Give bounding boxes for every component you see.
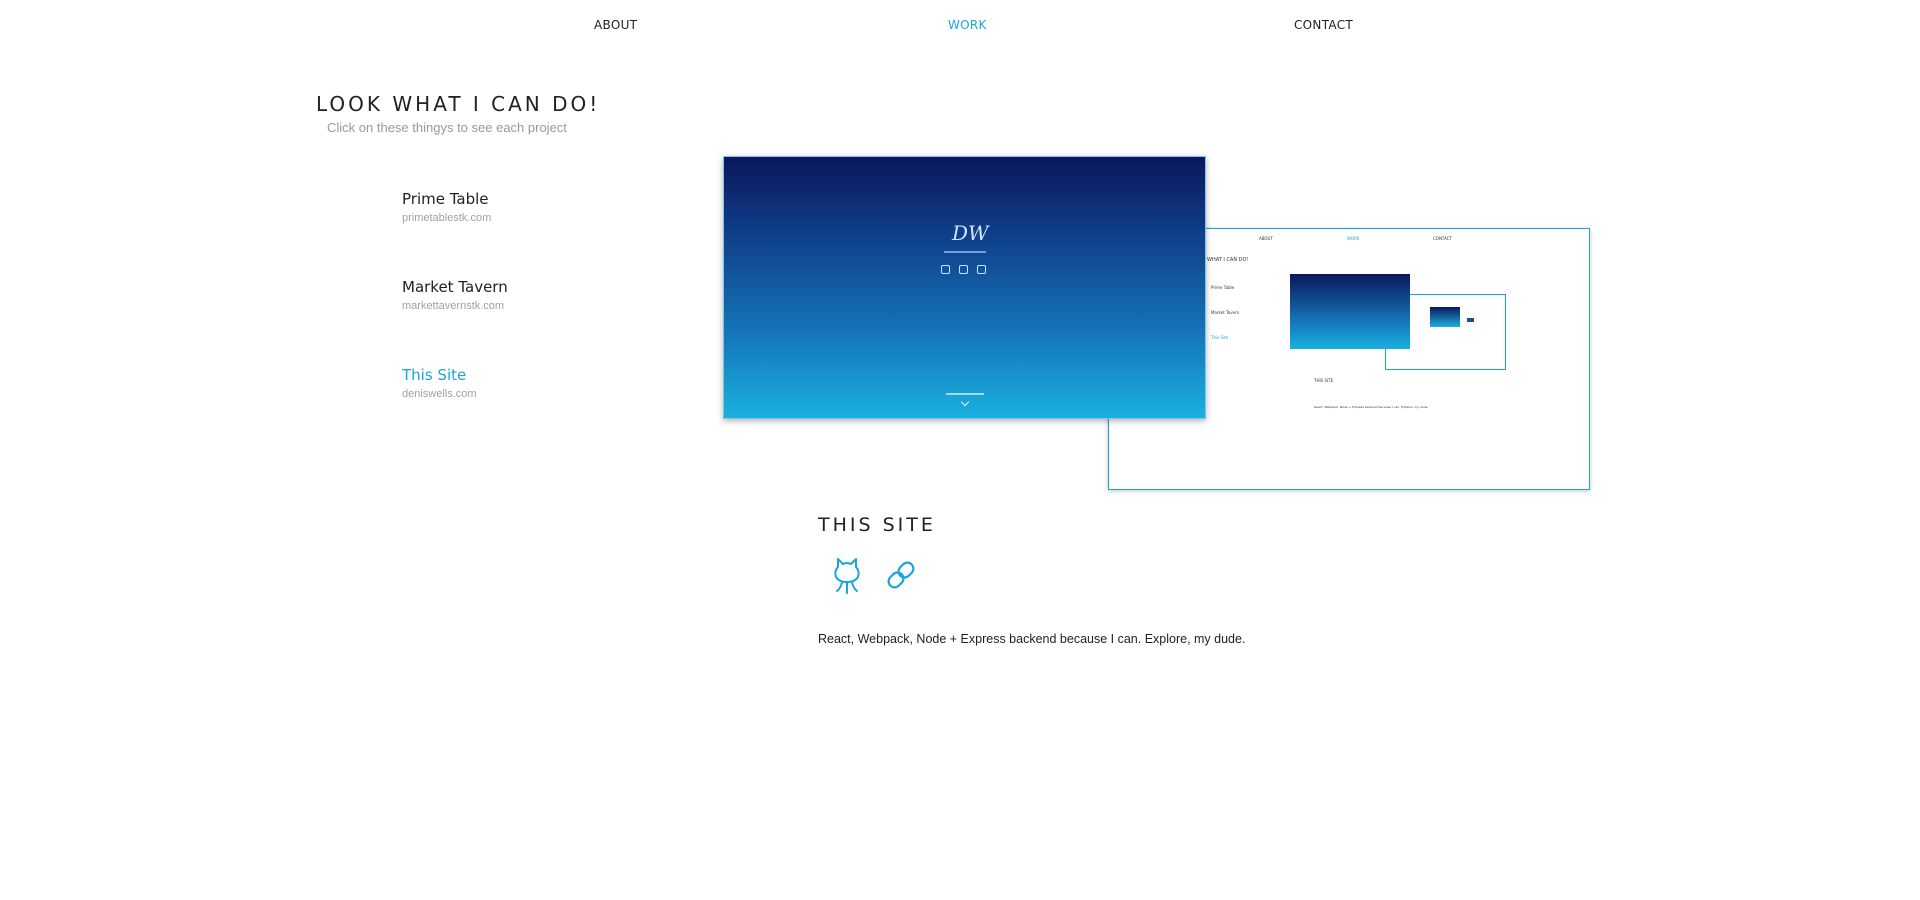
preview-screenshot-main[interactable]: DW <box>723 156 1206 419</box>
project-name: Market Tavern <box>402 278 508 296</box>
preview-logo: DW <box>952 221 989 245</box>
mini-project-2: Market Tavern <box>1211 310 1240 315</box>
project-prime-table[interactable]: Prime Table primetablestk.com <box>402 190 491 224</box>
nav-work[interactable]: WORK <box>948 18 987 32</box>
mini-thumbnail <box>1430 307 1460 327</box>
project-name: This Site <box>402 366 467 384</box>
project-name: Prime Table <box>402 190 489 208</box>
mini-project-3: This Site <box>1211 335 1229 340</box>
nav-about[interactable]: ABOUT <box>594 18 637 32</box>
project-url: primetablestk.com <box>402 212 492 224</box>
project-detail-title: THIS SITE <box>818 514 936 536</box>
page-subtitle: Click on these thingys to see each proje… <box>327 120 567 135</box>
link-icon <box>887 561 915 589</box>
twitter-icon <box>977 265 986 274</box>
project-url: markettavernstk.com <box>402 300 505 312</box>
mini-screenshot-main <box>1290 274 1410 349</box>
mini-nav-work: WORK <box>1347 236 1360 241</box>
linkedin-icon <box>959 265 968 274</box>
mini-nav-contact: CONTACT <box>1433 236 1452 241</box>
github-icon <box>834 558 860 594</box>
page-title: LOOK WHAT I CAN DO! <box>316 92 601 116</box>
preview-scroll-text <box>946 393 984 395</box>
chevron-down-icon <box>960 397 970 407</box>
project-links <box>830 555 918 595</box>
top-nav: ABOUT WORK CONTACT <box>0 18 1920 38</box>
mini-section-title: THIS SITE <box>1314 378 1334 383</box>
preview-social-icons <box>941 265 986 274</box>
preview-tagline <box>944 251 986 253</box>
project-url: deniswells.com <box>402 388 477 400</box>
mini-title: WHAT I CAN DO! <box>1207 257 1249 263</box>
mini-nav-about: ABOUT <box>1259 236 1273 241</box>
project-market-tavern[interactable]: Market Tavern markettavernstk.com <box>402 278 508 312</box>
project-description: React, Webpack, Node + Express backend b… <box>818 631 1246 646</box>
external-link[interactable] <box>884 555 918 595</box>
mini-project-1: Prime Table <box>1211 285 1235 290</box>
nav-contact[interactable]: CONTACT <box>1294 18 1353 32</box>
project-this-site[interactable]: This Site deniswells.com <box>402 366 477 400</box>
github-icon <box>941 265 950 274</box>
mini-description: React, Webpack, Node + Express backend b… <box>1314 405 1429 409</box>
github-link[interactable] <box>830 555 864 595</box>
mini-thumbnail-small <box>1467 318 1474 322</box>
